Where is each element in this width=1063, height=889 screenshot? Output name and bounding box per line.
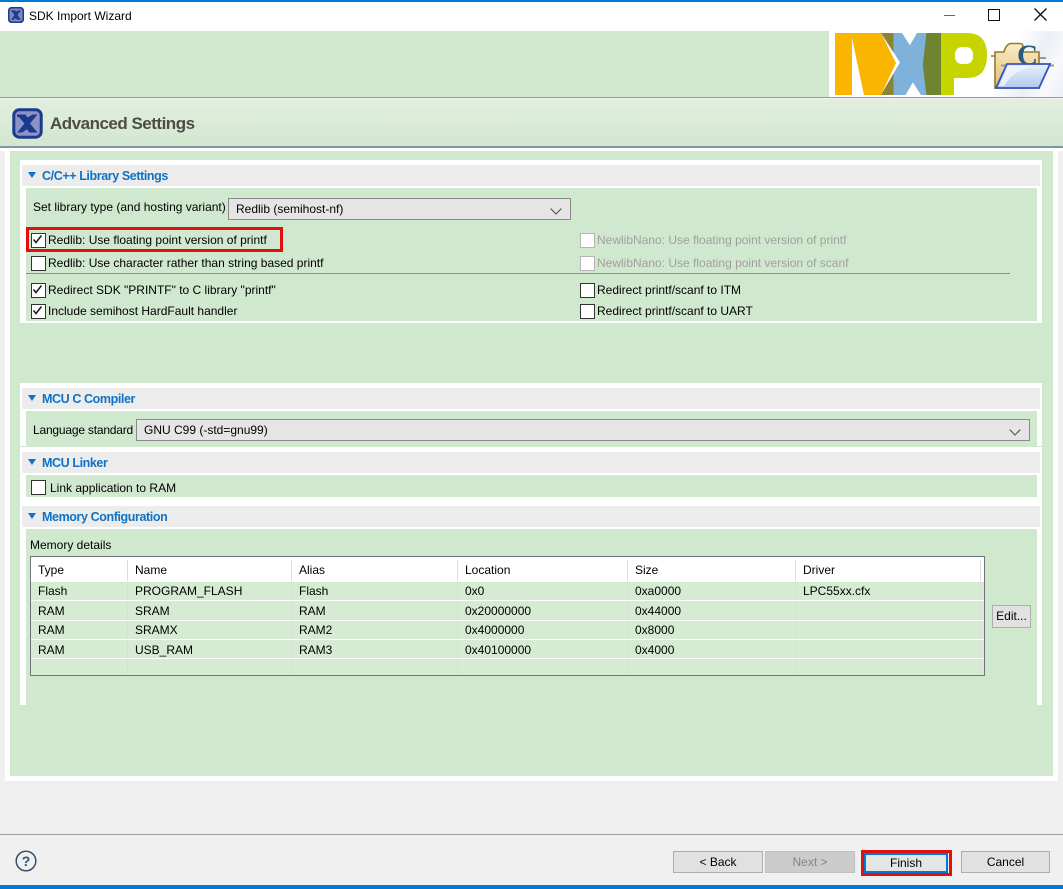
svg-text:?: ? xyxy=(22,853,31,869)
